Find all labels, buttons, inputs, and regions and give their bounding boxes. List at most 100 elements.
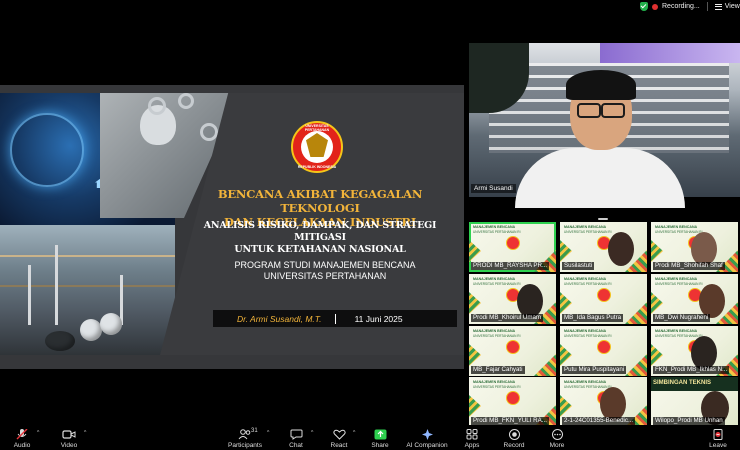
video-label: Video <box>60 442 78 449</box>
glasses-shape <box>577 103 625 118</box>
tile-background-subtitle: UNIVERSITAS PERTAHANAN RI <box>564 384 612 389</box>
slide-subtitle: ANALISIS RISIKO, DAMPAK, DAN STRATEGI MI… <box>178 220 462 256</box>
industrial-plant-image <box>0 225 175 355</box>
tile-logo-icon <box>506 340 520 354</box>
participant-face <box>517 284 543 318</box>
video-camera-icon <box>62 430 76 439</box>
more-button[interactable]: More <box>537 429 577 449</box>
tile-ribbon-decoration <box>534 354 556 376</box>
mic-muted-icon <box>16 429 28 440</box>
tile-background-subtitle: UNIVERSITAS PERTAHANAN RI <box>655 281 703 286</box>
speaker-hair <box>566 70 636 100</box>
chat-button[interactable]: Chat <box>276 429 316 449</box>
slide-title-line1: BENCANA AKIBAT KEGAGALAN TEKNOLOGI <box>217 187 423 215</box>
tile-ribbon-decoration <box>651 344 663 366</box>
participant-tile[interactable]: MANAJEMEN BENCANA UNIVERSITAS PERTAHANAN … <box>469 222 556 272</box>
tile-ribbon-decoration <box>469 395 481 417</box>
participant-tile[interactable]: MANAJEMEN BENCANA UNIVERSITAS PERTAHANAN … <box>560 377 647 427</box>
record-icon <box>508 429 520 440</box>
participant-tile[interactable]: MANAJEMEN BENCANA UNIVERSITAS PERTAHANAN … <box>560 222 647 272</box>
slide-presenter: Dr. Armi Susandi, M.T. <box>237 313 322 324</box>
recording-indicator[interactable]: Recording... View <box>640 1 740 12</box>
apps-label: Apps <box>464 442 480 449</box>
audio-label: Audio <box>13 442 31 449</box>
tile-logo-icon <box>597 288 611 302</box>
participant-name-label: MB_Ida Bagus Putra <box>562 314 624 322</box>
share-button[interactable]: Share <box>360 429 400 449</box>
participant-tile[interactable]: SIMBINGAN TEKNIS Wilopo_Prodi MB Unhan <box>651 377 738 427</box>
tile-ribbon-decoration <box>651 240 663 262</box>
participant-tile[interactable]: MANAJEMEN BENCANA UNIVERSITAS PERTAHANAN … <box>651 222 738 272</box>
participant-tile[interactable]: MANAJEMEN BENCANA UNIVERSITAS PERTAHANAN … <box>469 274 556 324</box>
participant-name-label: Putu Mira Puspitayani <box>562 366 627 374</box>
shield-check-icon <box>640 2 648 11</box>
gallery-pager[interactable] <box>598 218 608 220</box>
audio-button[interactable]: Audio <box>2 429 42 449</box>
view-button[interactable]: View <box>714 3 740 10</box>
tile-ribbon-decoration <box>560 292 572 314</box>
record-button[interactable]: Record <box>494 429 534 449</box>
gear-icon <box>178 93 194 109</box>
slide-program-line2: UNIVERSITAS PERTAHANAN <box>263 271 387 281</box>
participant-tile[interactable]: MANAJEMEN BENCANA UNIVERSITAS PERTAHANAN … <box>469 326 556 376</box>
tile-background-subtitle: UNIVERSITAS PERTAHANAN RI <box>473 333 521 338</box>
participants-icon <box>238 429 251 440</box>
participants-button[interactable]: Participants <box>222 429 268 449</box>
participant-tile[interactable]: MANAJEMEN BENCANA UNIVERSITAS PERTAHANAN … <box>651 274 738 324</box>
participant-tile[interactable]: MANAJEMEN BENCANA UNIVERSITAS PERTAHANAN … <box>469 377 556 427</box>
gear-icon <box>148 97 166 115</box>
slide-program: PROGRAM STUDI MANAJEMEN BENCANA UNIVERSI… <box>190 260 460 282</box>
tile-ribbon-decoration <box>625 354 647 376</box>
react-label: React <box>330 442 348 449</box>
participant-name-label: Prodi MB_FKN_YULI RA... <box>471 417 549 425</box>
participant-tile[interactable]: MANAJEMEN BENCANA UNIVERSITAS PERTAHANAN … <box>560 326 647 376</box>
recording-text: Recording... <box>662 3 700 10</box>
participant-face <box>699 284 725 318</box>
divider <box>706 2 708 11</box>
participant-name-label: FKN_Prodi MB_Ikhlas N... <box>653 366 730 374</box>
gear-icon <box>200 123 218 141</box>
chevron-up-icon[interactable]: ^ <box>84 430 86 436</box>
participant-gallery: MANAJEMEN BENCANA UNIVERSITAS PERTAHANAN … <box>469 222 740 427</box>
tile-banner: SIMBINGAN TEKNIS <box>651 377 738 391</box>
tile-logo-icon <box>597 340 611 354</box>
apps-grid-icon <box>466 429 477 440</box>
participant-name-label: Susilastuti <box>562 262 595 270</box>
slide-footer: Dr. Armi Susandi, M.T. 11 Juni 2025 <box>213 310 457 327</box>
participant-name-label: Prodi MB_Shohifah Shaf <box>653 262 725 270</box>
chevron-up-icon[interactable]: ^ <box>267 430 269 436</box>
leave-icon <box>713 429 722 440</box>
participant-tile[interactable]: MANAJEMEN BENCANA UNIVERSITAS PERTAHANAN … <box>651 326 738 376</box>
chevron-up-icon[interactable]: ^ <box>311 430 313 436</box>
tile-ribbon-decoration <box>560 395 572 417</box>
participant-tile[interactable]: MANAJEMEN BENCANA UNIVERSITAS PERTAHANAN … <box>560 274 647 324</box>
leave-label: Leave <box>709 442 727 449</box>
tile-ribbon-decoration <box>469 240 481 262</box>
participants-label: Participants <box>228 442 262 449</box>
apps-button[interactable]: Apps <box>452 429 492 449</box>
storage-tank-shape <box>100 313 122 335</box>
chat-label: Chat <box>289 442 303 449</box>
ai-companion-label: AI Companion <box>406 442 448 449</box>
chevron-up-icon[interactable]: ^ <box>37 430 39 436</box>
participant-name-label: PRODI MB_RAYSHA PR... <box>471 262 550 270</box>
tile-ribbon-decoration <box>625 302 647 324</box>
chevron-up-icon[interactable]: ^ <box>353 430 355 436</box>
leave-button[interactable]: Leave <box>698 429 738 449</box>
tile-ribbon-decoration <box>469 344 481 366</box>
top-status-bar: Recording... View <box>0 0 740 14</box>
storage-tank-shape <box>80 319 102 341</box>
sky-shape <box>600 43 740 63</box>
tile-background-subtitle: UNIVERSITAS PERTAHANAN RI <box>473 229 521 234</box>
share-label: Share <box>371 442 389 449</box>
participants-count: 31 <box>251 428 258 434</box>
ai-companion-button[interactable]: AI Companion <box>403 429 451 449</box>
view-menu-icon <box>714 3 722 10</box>
tile-logo-icon <box>506 391 520 405</box>
video-button[interactable]: Video <box>49 429 89 449</box>
tile-background-subtitle: UNIVERSITAS PERTAHANAN RI <box>655 333 703 338</box>
tile-ribbon-decoration <box>469 292 481 314</box>
tile-logo-icon <box>506 236 520 250</box>
participant-face <box>691 232 717 266</box>
slide-date: 11 Juni 2025 <box>354 313 403 324</box>
